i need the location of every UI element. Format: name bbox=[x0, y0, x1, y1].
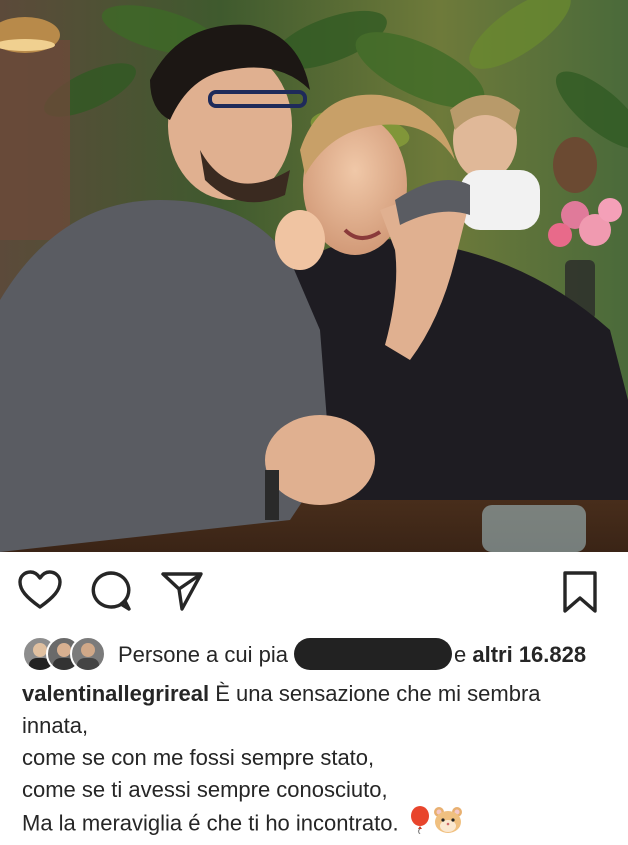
likes-prefix: Persone a cui pia bbox=[118, 642, 288, 667]
hamster-icon bbox=[433, 806, 463, 843]
photo-couple-restaurant bbox=[0, 0, 628, 552]
send-icon[interactable] bbox=[160, 570, 204, 617]
caption-text-line1: È una sensazione che mi sembra bbox=[215, 681, 541, 706]
redacted-username bbox=[294, 638, 452, 670]
likes-count-text: altri 16.828 bbox=[472, 642, 587, 667]
liker-avatars[interactable] bbox=[22, 636, 106, 672]
caption-username[interactable]: valentinallegrireal bbox=[22, 681, 209, 706]
likes-suffix-pre: e bbox=[454, 642, 473, 667]
likes-count[interactable]: e altri 16.828 bbox=[454, 642, 586, 668]
post-caption: valentinallegrireal È una sensazione che… bbox=[22, 678, 612, 843]
balloon-icon bbox=[409, 806, 431, 843]
post-photo[interactable] bbox=[0, 0, 628, 552]
comment-icon[interactable] bbox=[90, 570, 134, 617]
likes-row[interactable]: Persone a cui pia e altri 16.828 bbox=[0, 632, 628, 672]
caption-text-line5: Ma la meraviglia é che ti ho incontrato. bbox=[22, 810, 399, 836]
caption-line-4: come se ti avessi sempre conosciuto, bbox=[22, 777, 388, 802]
bookmark-icon[interactable] bbox=[562, 570, 598, 619]
post-actions-bar bbox=[0, 552, 628, 632]
avatar bbox=[70, 636, 106, 672]
caption-line-3: come se con me fossi sempre stato, bbox=[22, 745, 375, 770]
caption-line-1: valentinallegrireal È una sensazione che… bbox=[22, 678, 612, 710]
caption-line-5: Ma la meraviglia é che ti ho incontrato. bbox=[22, 806, 612, 843]
heart-icon[interactable] bbox=[18, 570, 62, 615]
caption-line-2: innata, bbox=[22, 713, 89, 738]
